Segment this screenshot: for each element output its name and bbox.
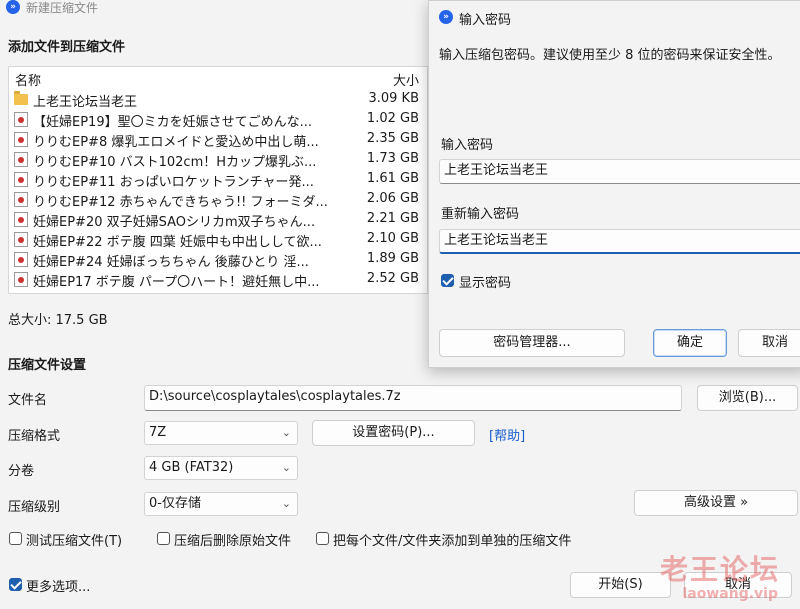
file-size: 3.09 KB — [368, 91, 419, 106]
video-file-icon — [14, 252, 28, 267]
show-password-label[interactable]: 显示密码 — [459, 272, 511, 291]
file-size: 2.52 GB — [366, 271, 419, 286]
browse-button[interactable]: 浏览(B)... — [697, 385, 798, 411]
format-select-value: 7Z — [149, 425, 167, 440]
separate-archive-label[interactable]: 把每个文件/文件夹添加到单独的压缩文件 — [333, 530, 571, 549]
password-dialog-description: 输入压缩包密码。建议使用至少 8 位的密码来保证安全性。 — [439, 48, 781, 63]
watermark-url: laowang.vip — [682, 586, 779, 602]
test-archive-checkbox[interactable] — [9, 532, 22, 545]
add-files-section-title: 添加文件到压缩文件 — [8, 40, 126, 55]
password-label: 输入密码 — [441, 138, 494, 153]
filename-input[interactable]: D:\source\cosplaytales\cosplaytales.7z — [144, 385, 682, 411]
settings-section-title: 压缩文件设置 — [8, 358, 87, 373]
video-file-icon — [14, 132, 28, 147]
more-options-label[interactable]: 更多选项... — [26, 576, 90, 595]
password-dialog-titlebar: » 输入密码 — [429, 1, 800, 33]
test-archive-label[interactable]: 测试压缩文件(T) — [26, 530, 122, 549]
video-file-icon — [14, 192, 28, 207]
video-file-icon — [14, 232, 28, 247]
file-name: りりむEP#10 バスト102cm！Hカップ爆乳ぶ... — [33, 155, 317, 170]
file-size: 2.10 GB — [366, 231, 419, 246]
password-input[interactable]: 上老王论坛当老王 — [439, 159, 800, 184]
file-size: 2.21 GB — [366, 211, 419, 226]
file-name: 妊婦EP#24 妊婦ぼっちちゃん 後藤ひとり 淫... — [33, 255, 309, 270]
split-label: 分卷 — [8, 464, 35, 479]
file-list-row[interactable]: 妊婦EP#22 ボテ腹 四葉 妊娠中も中出しして欲... 2.10 GB — [9, 229, 427, 250]
confirm-password-input[interactable]: 上老王论坛当老王 — [439, 229, 800, 254]
app-logo-icon: » — [439, 10, 453, 24]
file-name: 妊婦EP#20 双子妊婦SAOシリカm双子ちゃん... — [33, 215, 316, 230]
password-cancel-button[interactable]: 取消 — [738, 329, 800, 357]
video-file-icon — [14, 172, 28, 187]
file-list-row[interactable]: 【妊婦EP19】聖〇ミカを妊娠させてごめんな... 1.02 GB — [9, 109, 427, 130]
video-file-icon — [14, 212, 28, 227]
file-list-row[interactable]: りりむEP#8 爆乳エロメイドと愛込め中出し萌... 2.35 GB — [9, 129, 427, 150]
window-title: 新建压缩文件 — [26, 1, 99, 15]
format-select[interactable]: 7Z ⌄ — [144, 421, 298, 445]
file-list-row[interactable]: 妊婦EP#24 妊婦ぼっちちゃん 後藤ひとり 淫... 1.89 GB — [9, 249, 427, 270]
level-select[interactable]: 0-仅存储 ⌄ — [144, 492, 298, 516]
filename-label: 文件名 — [8, 393, 48, 408]
format-label: 压缩格式 — [8, 429, 61, 444]
level-label: 压缩级别 — [8, 500, 61, 515]
video-file-icon — [14, 152, 28, 167]
total-size-text: 总大小: 17.5 GB — [8, 313, 108, 328]
file-list-row[interactable]: 上老王论坛当老王 3.09 KB — [9, 89, 427, 110]
file-list-row[interactable]: りりむEP#10 バスト102cm！Hカップ爆乳ぶ... 1.73 GB — [9, 149, 427, 170]
separate-archive-checkbox[interactable] — [316, 532, 329, 545]
start-button[interactable]: 开始(S) — [570, 572, 671, 598]
ok-button[interactable]: 确定 — [653, 329, 727, 357]
file-name: 【妊婦EP19】聖〇ミカを妊娠させてごめんな... — [33, 115, 312, 130]
file-size: 1.73 GB — [366, 151, 419, 166]
file-size: 2.06 GB — [366, 191, 419, 206]
split-select[interactable]: 4 GB (FAT32) ⌄ — [144, 456, 298, 480]
watermark-text: 老王论坛 — [659, 553, 780, 586]
video-file-icon — [14, 112, 28, 127]
file-list-row[interactable]: 妊婦EP17 ボテ腹 パープ〇ハート！避妊無し中... 2.52 GB — [9, 269, 427, 290]
chevron-down-icon: ⌄ — [281, 497, 291, 510]
show-password-checkbox[interactable] — [441, 274, 454, 287]
more-options-checkbox[interactable] — [9, 578, 22, 591]
file-name: りりむEP#11 おっぱいロケットランチャー発... — [33, 175, 314, 190]
help-link[interactable]: [帮助] — [489, 425, 525, 444]
file-size: 2.35 GB — [366, 131, 419, 146]
delete-after-checkbox[interactable] — [157, 532, 170, 545]
column-header-name[interactable]: 名称 — [15, 70, 41, 89]
file-list-row[interactable]: りりむEP#11 おっぱいロケットランチャー発... 1.61 GB — [9, 169, 427, 190]
file-size: 1.02 GB — [366, 111, 419, 126]
password-dialog-title: 输入密码 — [459, 13, 512, 28]
video-file-icon — [14, 272, 28, 287]
file-name: 妊婦EP17 ボテ腹 パープ〇ハート！避妊無し中... — [33, 275, 320, 290]
set-password-button[interactable]: 设置密码(P)... — [312, 420, 475, 446]
chevron-down-icon: ⌄ — [281, 426, 291, 439]
advanced-settings-button[interactable]: 高级设置 » — [634, 490, 798, 516]
file-list-row[interactable]: りりむEP#12 赤ちゃんできちゃう!! フォーミダ... 2.06 GB — [9, 189, 427, 210]
file-name: 上老王论坛当老王 — [33, 95, 138, 110]
app-logo-icon: » — [6, 0, 20, 14]
chevron-down-icon: ⌄ — [281, 461, 291, 474]
file-name: 妊婦EP#22 ボテ腹 四葉 妊娠中も中出しして欲... — [33, 235, 322, 250]
file-list-row[interactable]: 妊婦EP#20 双子妊婦SAOシリカm双子ちゃん... 2.21 GB — [9, 209, 427, 230]
level-select-value: 0-仅存储 — [149, 496, 201, 511]
file-size: 1.61 GB — [366, 171, 419, 186]
file-name: りりむEP#8 爆乳エロメイドと愛込め中出し萌... — [33, 135, 319, 150]
password-manager-button[interactable]: 密码管理器... — [439, 329, 625, 357]
folder-icon — [14, 91, 28, 105]
split-select-value: 4 GB (FAT32) — [149, 460, 234, 475]
file-size: 1.89 GB — [366, 251, 419, 266]
file-list[interactable]: 名称 大小 上老王论坛当老王 3.09 KB 【妊婦EP19】聖〇ミカを妊娠させてご… — [8, 66, 428, 294]
file-name: りりむEP#12 赤ちゃんできちゃう!! フォーミダ... — [33, 195, 328, 210]
delete-after-label[interactable]: 压缩后删除原始文件 — [174, 530, 291, 549]
column-header-size[interactable]: 大小 — [393, 70, 419, 89]
password-dialog: » 输入密码 输入压缩包密码。建议使用至少 8 位的密码来保证安全性。 输入密码… — [428, 0, 800, 368]
file-list-header: 名称 大小 — [9, 67, 427, 89]
confirm-password-label: 重新输入密码 — [441, 207, 520, 222]
